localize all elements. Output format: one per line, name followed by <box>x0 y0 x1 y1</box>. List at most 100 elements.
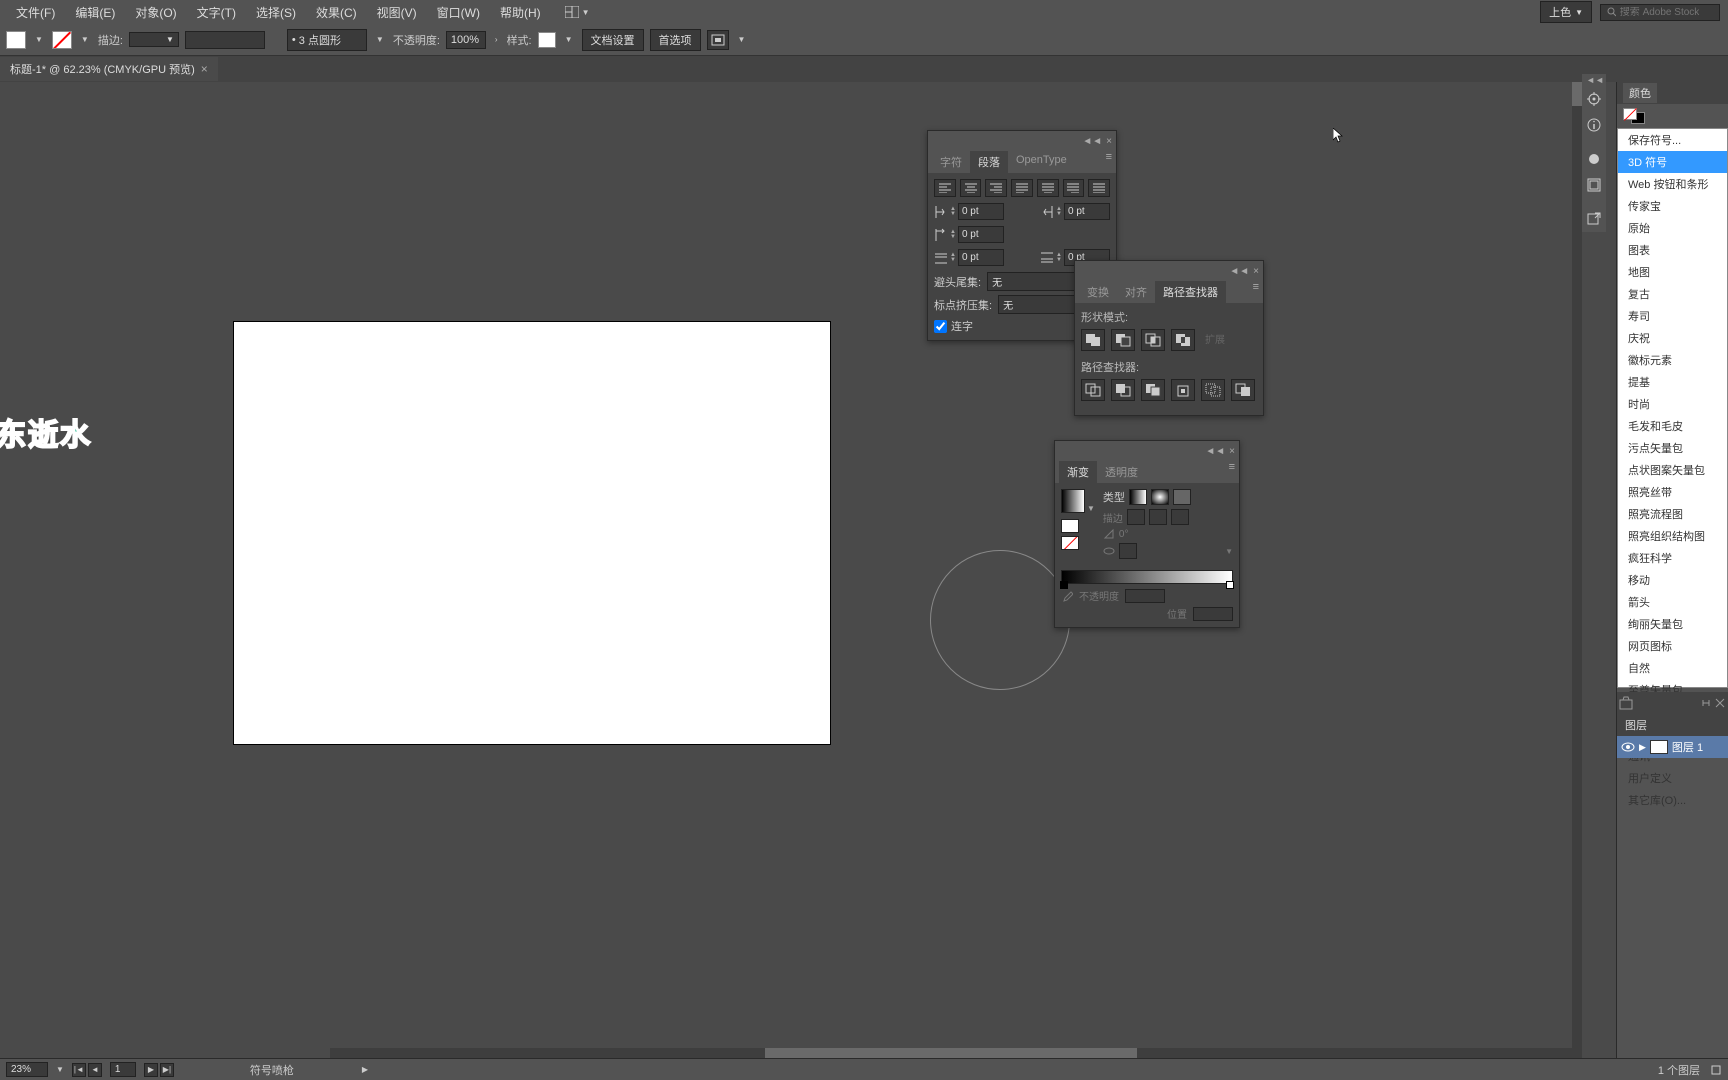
opacity-input[interactable] <box>446 31 486 49</box>
trim-button[interactable] <box>1111 379 1135 401</box>
color-panel-tab[interactable]: 颜色 <box>1623 83 1657 103</box>
layers-panel-tab[interactable]: 图层 <box>1617 714 1728 736</box>
menu-item[interactable]: 地图 <box>1618 261 1727 283</box>
justify-center-button[interactable] <box>1037 179 1059 197</box>
align-left-button[interactable] <box>934 179 956 197</box>
painting-mode-selector[interactable]: 上色 ▼ <box>1540 1 1592 23</box>
close-icon[interactable]: × <box>1106 136 1112 147</box>
menu-item[interactable]: 污点矢量包 <box>1618 437 1727 459</box>
menu-window[interactable]: 窗口(W) <box>429 2 488 23</box>
intersect-button[interactable] <box>1141 329 1165 351</box>
gradient-stop[interactable] <box>1060 581 1068 589</box>
menu-item[interactable]: 时尚 <box>1618 393 1727 415</box>
stroke-within-button[interactable] <box>1127 509 1145 525</box>
chevron-down-icon[interactable]: ▼ <box>373 35 387 44</box>
close-icon[interactable]: × <box>201 62 208 76</box>
panel-menu-icon[interactable]: ≡ <box>1249 281 1263 303</box>
horizontal-scrollbar[interactable] <box>330 1048 1572 1058</box>
scrollbar-thumb[interactable] <box>1572 82 1582 106</box>
link-icon[interactable] <box>1700 697 1712 709</box>
menu-item[interactable]: 原始 <box>1618 217 1727 239</box>
exclude-button[interactable] <box>1171 329 1195 351</box>
brush-select[interactable]: • 3 点圆形 <box>287 29 367 51</box>
menu-item[interactable]: 疯狂科学 <box>1618 547 1727 569</box>
tab-paragraph[interactable]: 段落 <box>970 151 1008 173</box>
preferences-button[interactable]: 首选项 <box>650 29 701 51</box>
collapse-icon[interactable]: ◄◄ <box>1582 74 1606 86</box>
grad-opacity-input[interactable] <box>1125 589 1165 603</box>
info-panel-icon[interactable] <box>1582 112 1606 138</box>
tab-align[interactable]: 对齐 <box>1117 281 1155 303</box>
menu-item[interactable]: 箭头 <box>1618 591 1727 613</box>
divide-button[interactable] <box>1081 379 1105 401</box>
first-line-indent-input[interactable] <box>958 226 1004 243</box>
menu-view[interactable]: 视图(V) <box>369 2 425 23</box>
tab-transform[interactable]: 变换 <box>1079 281 1117 303</box>
libraries-panel-icon[interactable] <box>1582 146 1606 172</box>
fill-swatch[interactable] <box>6 31 26 49</box>
export-panel-icon[interactable] <box>1582 206 1606 232</box>
tab-pathfinder[interactable]: 路径查找器 <box>1155 281 1226 303</box>
chevron-down-icon[interactable]: ▼ <box>562 35 576 44</box>
visibility-icon[interactable] <box>1621 740 1635 754</box>
chevron-right-icon[interactable]: ▶ <box>362 1065 368 1074</box>
vertical-scrollbar[interactable] <box>1572 82 1582 1058</box>
panel-header[interactable]: ◄◄ × <box>928 131 1116 151</box>
menu-item-other[interactable]: 其它库(O)... <box>1618 789 1727 811</box>
align-center-button[interactable] <box>960 179 982 197</box>
merge-button[interactable] <box>1141 379 1165 401</box>
menu-item[interactable]: 传家宝 <box>1618 195 1727 217</box>
search-input[interactable] <box>1620 7 1713 18</box>
menu-item[interactable]: 照亮组织结构图 <box>1618 525 1727 547</box>
minus-back-button[interactable] <box>1231 379 1255 401</box>
panel-header[interactable]: ◄◄ × <box>1055 441 1239 461</box>
menu-item[interactable]: 照亮流程图 <box>1618 503 1727 525</box>
first-artboard-button[interactable]: |◄ <box>72 1063 86 1077</box>
eyedropper-icon[interactable] <box>1061 590 1073 602</box>
menu-item[interactable]: 图表 <box>1618 239 1727 261</box>
menu-item[interactable]: 点状图案矢量包 <box>1618 459 1727 481</box>
menu-item[interactable]: 绚丽矢量包 <box>1618 613 1727 635</box>
gradient-stop[interactable] <box>1226 581 1234 589</box>
minus-front-button[interactable] <box>1111 329 1135 351</box>
adobe-stock-search[interactable] <box>1600 4 1720 21</box>
tab-character[interactable]: 字符 <box>932 151 970 173</box>
layer-name[interactable]: 图层 1 <box>1672 739 1703 755</box>
fill-stroke-toggle[interactable] <box>1623 108 1645 124</box>
chevron-down-icon[interactable]: ▼ <box>735 35 749 44</box>
menu-item-save[interactable]: 保存符号... <box>1618 129 1727 151</box>
menu-effect[interactable]: 效果(C) <box>308 2 365 23</box>
close-icon[interactable]: × <box>1229 446 1235 457</box>
indent-right-input[interactable] <box>1064 203 1110 220</box>
gradient-stroke-swatch[interactable] <box>1061 536 1079 550</box>
align-to-button[interactable] <box>707 30 729 50</box>
panel-menu-icon[interactable]: ≡ <box>1102 151 1116 173</box>
menu-item[interactable]: 徽标元素 <box>1618 349 1727 371</box>
panel-menu-icon[interactable]: ≡ <box>1225 461 1239 483</box>
menu-item[interactable]: 提基 <box>1618 371 1727 393</box>
space-before-input[interactable] <box>958 249 1004 266</box>
unite-button[interactable] <box>1081 329 1105 351</box>
document-tab[interactable]: 标题-1* @ 62.23% (CMYK/GPU 预览) × <box>0 57 218 81</box>
stroke-color-input[interactable] <box>185 31 265 49</box>
gradient-preview[interactable] <box>1061 489 1085 513</box>
menu-help[interactable]: 帮助(H) <box>492 2 549 23</box>
menu-item[interactable]: 自然 <box>1618 657 1727 679</box>
gradient-fill-swatch[interactable] <box>1061 519 1079 533</box>
layer-row[interactable]: ▶ 图层 1 <box>1617 736 1728 758</box>
library-icon[interactable] <box>1619 696 1633 710</box>
menu-item[interactable]: 复古 <box>1618 283 1727 305</box>
next-artboard-button[interactable]: ▶ <box>144 1063 158 1077</box>
prev-artboard-button[interactable]: ◄ <box>88 1063 102 1077</box>
stroke-weight-select[interactable]: ▼ <box>129 32 179 47</box>
panel-header[interactable]: ◄◄ × <box>1075 261 1263 281</box>
crop-button[interactable] <box>1171 379 1195 401</box>
menu-item[interactable]: 庆祝 <box>1618 327 1727 349</box>
align-right-button[interactable] <box>985 179 1007 197</box>
chevron-down-icon[interactable]: ▼ <box>56 1065 64 1074</box>
stroke-along-button[interactable] <box>1149 509 1167 525</box>
artboard-panel-icon[interactable] <box>1582 172 1606 198</box>
break-link-icon[interactable] <box>1714 697 1726 709</box>
tab-transparency[interactable]: 透明度 <box>1097 461 1146 483</box>
swap-colors-button[interactable] <box>1119 543 1137 559</box>
